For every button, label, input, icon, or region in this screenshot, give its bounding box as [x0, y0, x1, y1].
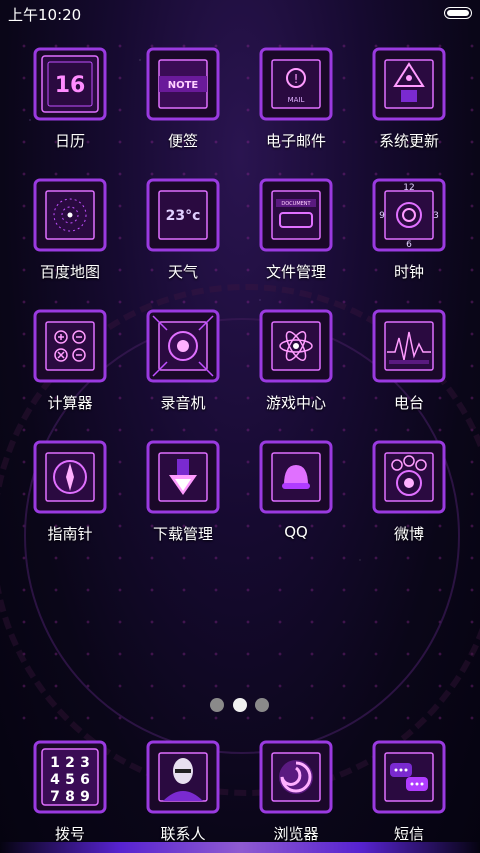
download-icon	[145, 439, 221, 515]
status-bar: 上午10:20	[0, 0, 480, 26]
page-dot-active[interactable]	[233, 698, 247, 712]
app-label: 短信	[393, 825, 424, 843]
app-label: 便签	[167, 132, 198, 150]
svg-text:4: 4	[50, 772, 60, 788]
compass-icon	[32, 439, 108, 515]
battery-icon	[444, 7, 472, 19]
app-system-update[interactable]: 系统更新	[359, 46, 459, 151]
svg-text:2: 2	[65, 755, 75, 771]
app-label: 指南针	[47, 525, 93, 543]
dock-contacts[interactable]: 联系人	[133, 739, 233, 844]
app-label: 浏览器	[273, 825, 319, 843]
svg-text:12: 12	[403, 183, 414, 193]
game-center-icon	[258, 308, 334, 384]
svg-text:9: 9	[80, 789, 90, 805]
file-text: DOCUMENT	[281, 201, 311, 207]
app-label: 电台	[393, 394, 424, 412]
svg-text:3: 3	[433, 211, 439, 221]
svg-text:9: 9	[379, 211, 385, 221]
app-mail[interactable]: ! MAIL 电子邮件	[246, 46, 346, 151]
weibo-icon	[371, 439, 447, 515]
dock-browser[interactable]: 浏览器	[246, 739, 346, 844]
app-file-manager[interactable]: DOCUMENT 文件管理	[246, 177, 346, 282]
browser-icon	[258, 739, 334, 815]
status-time: 上午10:20	[8, 6, 82, 24]
app-label: 下载管理	[152, 525, 213, 543]
note-icon: NOTE	[145, 46, 221, 122]
svg-text:1: 1	[50, 755, 60, 771]
page-dot[interactable]	[210, 698, 224, 712]
app-game-center[interactable]: 游戏中心	[246, 308, 346, 413]
app-recorder[interactable]: 录音机	[133, 308, 233, 413]
app-qq[interactable]: QQ	[246, 439, 346, 541]
app-label: 时钟	[393, 263, 424, 281]
app-label: 计算器	[47, 394, 93, 412]
app-label: 天气	[167, 263, 198, 281]
svg-text:8: 8	[65, 789, 75, 805]
app-label: QQ	[284, 523, 308, 541]
app-calculator[interactable]: 计算器	[20, 308, 120, 413]
app-weibo[interactable]: 微博	[359, 439, 459, 544]
app-notes[interactable]: NOTE 便签	[133, 46, 233, 151]
svg-text:5: 5	[65, 772, 75, 788]
app-label: 游戏中心	[265, 394, 326, 412]
app-label: 拨号	[54, 825, 85, 843]
dock-messages[interactable]: 短信	[359, 739, 459, 844]
svg-text:7: 7	[50, 789, 60, 805]
system-update-icon	[371, 46, 447, 122]
weather-icon: 23°c	[145, 177, 221, 253]
app-label: 联系人	[160, 825, 206, 843]
svg-text:!: !	[294, 72, 299, 86]
app-label: 电子邮件	[265, 132, 326, 150]
note-text: NOTE	[168, 80, 199, 91]
app-download-manager[interactable]: 下载管理	[133, 439, 233, 544]
app-label: 微博	[393, 525, 424, 543]
mail-icon: ! MAIL	[258, 46, 334, 122]
mail-text: MAIL	[288, 96, 305, 104]
app-radio[interactable]: 电台	[359, 308, 459, 413]
radio-icon	[371, 308, 447, 384]
contacts-icon	[145, 739, 221, 815]
app-compass[interactable]: 指南针	[20, 439, 120, 544]
app-label: 文件管理	[265, 263, 326, 281]
app-label: 百度地图	[39, 263, 100, 281]
svg-text:3: 3	[80, 755, 90, 771]
calendar-day: 16	[55, 73, 86, 98]
app-label: 录音机	[160, 394, 206, 412]
app-calendar[interactable]: 16 日历	[20, 46, 120, 151]
messages-icon	[371, 739, 447, 815]
app-label: 日历	[54, 132, 85, 150]
app-weather[interactable]: 23°c 天气	[133, 177, 233, 282]
file-manager-icon: DOCUMENT	[258, 177, 334, 253]
qq-icon	[258, 439, 334, 515]
svg-text:6: 6	[80, 772, 90, 788]
recorder-icon	[145, 308, 221, 384]
calculator-icon	[32, 308, 108, 384]
app-baidu-map[interactable]: 百度地图	[20, 177, 120, 282]
app-label: 系统更新	[378, 132, 439, 150]
clock-icon: 12 3 6 9	[371, 177, 447, 253]
page-indicator	[204, 698, 276, 714]
app-clock[interactable]: 12 3 6 9 时钟	[359, 177, 459, 282]
weather-temp: 23°c	[166, 208, 201, 224]
map-icon	[32, 177, 108, 253]
dock-glow	[0, 842, 480, 853]
page-dot[interactable]	[255, 698, 269, 712]
dialer-icon: 1 2 3 4 5 6 7 8 9	[32, 739, 108, 815]
dock-dialer[interactable]: 1 2 3 4 5 6 7 8 9 拨号	[20, 739, 120, 844]
svg-text:6: 6	[406, 240, 412, 250]
calendar-icon: 16	[32, 46, 108, 122]
